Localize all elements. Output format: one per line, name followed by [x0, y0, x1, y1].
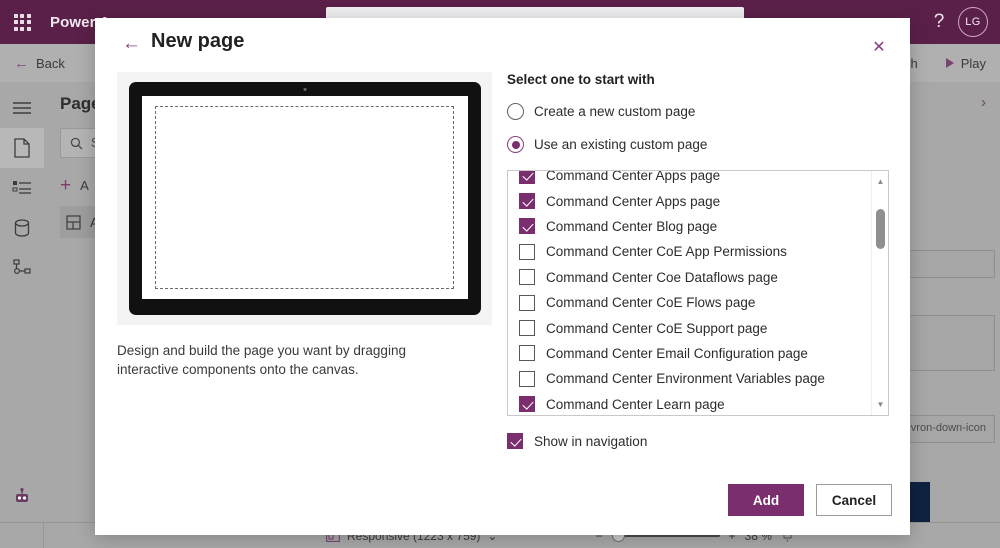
- list-item[interactable]: Command Center CoE Support page: [508, 315, 871, 340]
- list-item[interactable]: Command Center Coe Dataflows page: [508, 265, 871, 290]
- checkbox-icon[interactable]: [519, 294, 535, 311]
- scroll-up-arrow-icon[interactable]: ▲: [872, 173, 888, 190]
- checkbox-icon[interactable]: [519, 345, 535, 362]
- existing-pages-listbox[interactable]: Command Center Apps page Command Center …: [507, 170, 889, 416]
- scroll-down-arrow-icon[interactable]: ▼: [872, 396, 888, 413]
- checkbox-icon[interactable]: [519, 370, 535, 387]
- select-label: Select one to start with: [507, 72, 655, 87]
- dialog-title: New page: [151, 30, 245, 52]
- screen-root: Power Apps ? LG ← Back ish Play: [0, 0, 1000, 548]
- dialog-header: ← New page ✕: [95, 18, 910, 70]
- list-item-label: Command Center Learn page: [546, 396, 725, 412]
- checkbox-checked-icon[interactable]: [507, 433, 523, 449]
- dialog-preview: Design and build the page you want by dr…: [117, 72, 492, 379]
- new-page-dialog: ← New page ✕ Design and build the page y…: [95, 18, 910, 535]
- canvas-outline: [154, 106, 455, 289]
- radio-icon-selected: [507, 136, 524, 153]
- list-item-label: Command Center Coe Dataflows page: [546, 269, 778, 285]
- radio-label: Use an existing custom page: [534, 137, 708, 152]
- checkbox-checked-icon[interactable]: [519, 396, 535, 413]
- radio-icon: [507, 103, 524, 120]
- device-bezel: [128, 82, 481, 315]
- list-item-label: Command Center CoE App Permissions: [546, 244, 787, 260]
- checkbox-icon[interactable]: [519, 320, 535, 337]
- scrollbar-thumb[interactable]: [876, 209, 885, 249]
- list-item[interactable]: Command Center Apps page: [508, 170, 871, 188]
- list-item[interactable]: Command Center Apps page: [508, 188, 871, 213]
- cancel-button[interactable]: Cancel: [816, 484, 892, 516]
- checkbox-icon[interactable]: [519, 243, 535, 260]
- list-item[interactable]: Command Center CoE App Permissions: [508, 239, 871, 264]
- list-item-label: Command Center CoE Support page: [546, 320, 768, 336]
- list-item-label: Command Center Blog page: [546, 218, 718, 234]
- checkbox-icon[interactable]: [519, 269, 535, 286]
- radio-label: Create a new custom page: [534, 104, 696, 119]
- list-item[interactable]: Command Center Blog page: [508, 214, 871, 239]
- camera-dot-icon: [303, 88, 306, 91]
- list-item-label: Command Center Apps page: [546, 170, 721, 184]
- close-icon[interactable]: ✕: [866, 34, 892, 60]
- device-screen: [141, 96, 468, 299]
- checkbox-checked-icon[interactable]: [519, 193, 535, 210]
- checkbox-checked-icon[interactable]: [519, 218, 535, 235]
- list-item[interactable]: Command Center CoE Flows page: [508, 290, 871, 315]
- dialog-back-button[interactable]: ←: [122, 34, 141, 53]
- preview-description: Design and build the page you want by dr…: [117, 343, 406, 377]
- list-item[interactable]: Command Center Learn page: [508, 392, 871, 415]
- list-item[interactable]: Command Center Environment Variables pag…: [508, 366, 871, 391]
- existing-pages-list: Command Center Apps page Command Center …: [508, 170, 871, 415]
- show-in-navigation-label: Show in navigation: [534, 433, 648, 449]
- radio-option-use-existing[interactable]: Use an existing custom page: [507, 136, 889, 153]
- add-button[interactable]: Add: [728, 484, 804, 516]
- list-item-label: Command Center Apps page: [546, 193, 721, 209]
- dialog-actions: Add Cancel: [728, 484, 892, 516]
- list-item[interactable]: Command Center Email Configuration page: [508, 341, 871, 366]
- list-item-label: Command Center Environment Variables pag…: [546, 371, 825, 387]
- list-scrollbar[interactable]: ▲ ▼: [871, 171, 888, 415]
- list-item-label: Command Center CoE Flows page: [546, 295, 756, 311]
- show-in-navigation-row[interactable]: Show in navigation: [507, 433, 889, 449]
- radio-option-create-new[interactable]: Create a new custom page: [507, 103, 889, 120]
- checkbox-checked-icon[interactable]: [519, 171, 535, 184]
- tablet-device-mockup: [117, 72, 492, 325]
- list-item-label: Command Center Email Configuration page: [546, 345, 808, 361]
- dialog-options: Select one to start with Create a new cu…: [507, 72, 889, 449]
